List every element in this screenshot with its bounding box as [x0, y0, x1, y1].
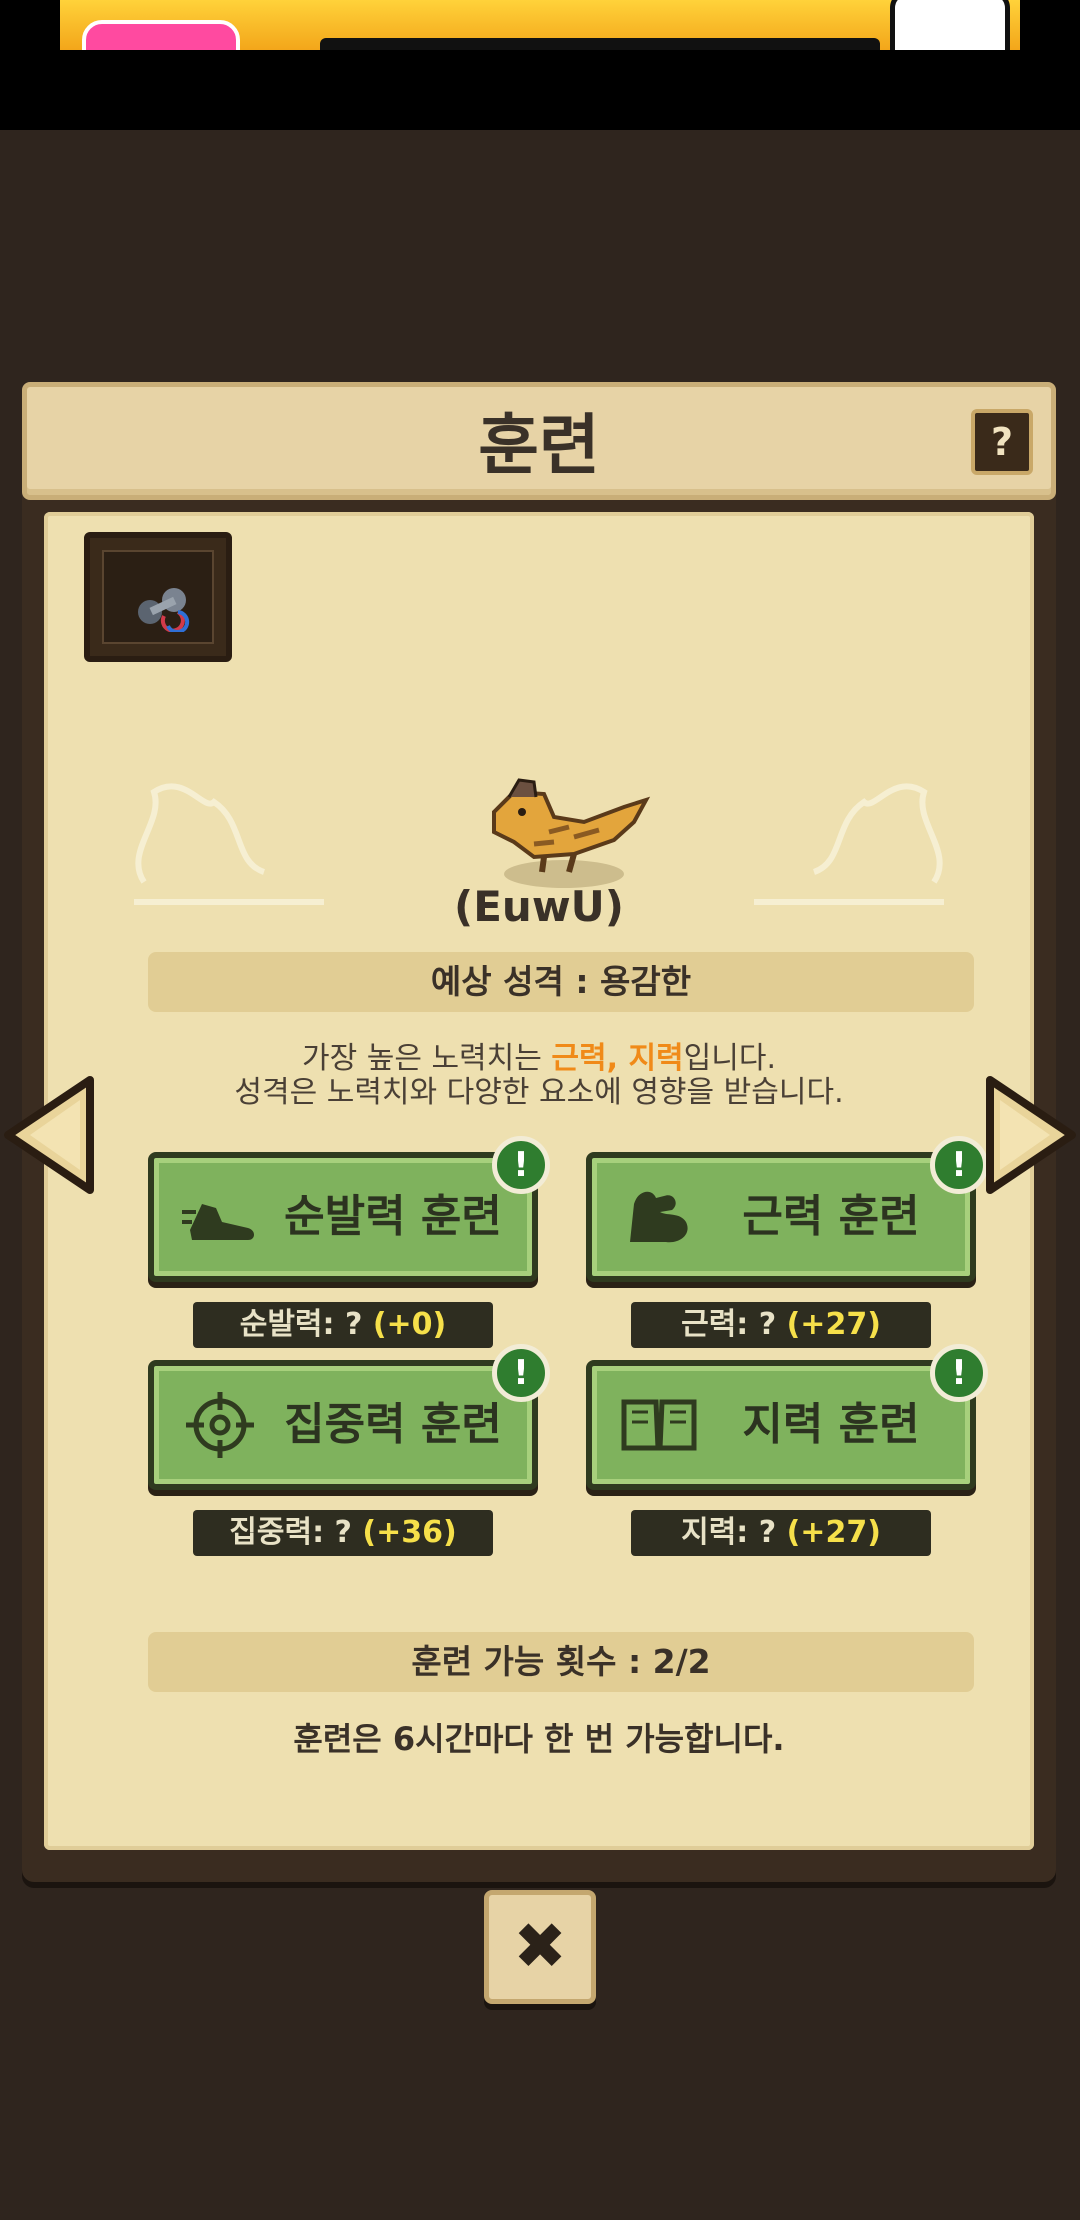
- alert-badge: !: [930, 1136, 988, 1194]
- pet-sprite: [492, 778, 651, 888]
- train-agility-button[interactable]: 순발력 훈련 !: [148, 1136, 550, 1282]
- alert-badge: !: [492, 1344, 550, 1402]
- ad-logo: [82, 20, 240, 50]
- dumbbell-icon: [138, 588, 190, 632]
- train-intellect-label: 지력 훈련: [742, 1399, 920, 1450]
- description-line-1: 가장 높은 노력치는 근력, 지력입니다.: [44, 1042, 1034, 1076]
- strength-stat: 근력: ? (+27): [631, 1302, 931, 1348]
- training-panel: (EuwU) 예상 성격 : 용감한 가장 높은 노력치는 근력, 지력입니다.…: [44, 512, 1034, 1850]
- item-slot-inner: [102, 550, 214, 644]
- prev-arrow-icon[interactable]: [0, 1070, 96, 1200]
- ad-banner[interactable]: [60, 0, 1020, 50]
- ad-text-block: [320, 38, 880, 50]
- pet-name: (EuwU): [454, 882, 624, 931]
- focus-stat: 집중력: ? (+36): [193, 1510, 493, 1556]
- strength-stat-value: (+27): [786, 1307, 881, 1342]
- alert-badge: !: [930, 1344, 988, 1402]
- training-dialog: 훈련 ? (EuwU) 예상 성격: 용감한 가장 높은 노력치는 근력, 지…: [22, 382, 1056, 1882]
- cooldown-note: 훈련은 6시간마다 한 번 가능합니다.: [293, 1720, 785, 1758]
- train-focus-label: 집중력 훈련: [284, 1399, 502, 1450]
- intellect-stat-value: (+27): [786, 1515, 881, 1550]
- focus-stat-value: (+36): [362, 1515, 457, 1550]
- dialog-title: 훈련: [478, 407, 600, 484]
- item-slot[interactable]: [84, 532, 232, 662]
- focus-stat-label: 집중력: ?: [229, 1515, 363, 1550]
- close-button[interactable]: ✖: [484, 1890, 596, 2004]
- train-intellect-button[interactable]: 지력 훈련 !: [586, 1344, 988, 1490]
- crosshair-icon: [186, 1392, 254, 1458]
- agility-stat-label: 순발력: ?: [239, 1307, 373, 1342]
- agility-stat: 순발력: ? (+0): [193, 1302, 493, 1348]
- personality-label: 예상 성격 : 용감한: [148, 952, 974, 1012]
- close-icon: ✖: [513, 1910, 567, 1984]
- train-strength-button[interactable]: 근력 훈련 !: [586, 1136, 988, 1282]
- intellect-stat-label: 지력: ?: [681, 1515, 787, 1550]
- alert-badge: !: [492, 1136, 550, 1194]
- remaining-count: 훈련 가능 횟수 : 2/2: [148, 1632, 974, 1692]
- train-focus-button[interactable]: 집중력 훈련 !: [148, 1344, 550, 1490]
- strength-stat-label: 근력: ?: [681, 1307, 787, 1342]
- ad-area: [0, 0, 1080, 130]
- desc-prefix: 가장 높은 노력치는: [301, 1041, 552, 1076]
- train-strength-label: 근력 훈련: [742, 1191, 920, 1242]
- title-bar: 훈련 ?: [22, 382, 1056, 500]
- agility-stat-value: (+0): [372, 1307, 447, 1342]
- next-arrow-icon[interactable]: [984, 1070, 1080, 1200]
- cat-icon: [890, 0, 1010, 50]
- description-line-2: 성격은 노력치와 다양한 요소에 영향을 받습니다.: [234, 1075, 844, 1110]
- desc-suffix: 입니다.: [683, 1041, 776, 1076]
- intellect-stat: 지력: ? (+27): [631, 1510, 931, 1556]
- muscle-icon: [630, 1191, 688, 1243]
- help-button[interactable]: ?: [971, 409, 1033, 475]
- train-agility-label: 순발력 훈련: [284, 1191, 502, 1242]
- shoe-icon: [182, 1204, 254, 1240]
- desc-highlight: 근력, 지력: [551, 1041, 684, 1076]
- book-icon: [621, 1399, 697, 1451]
